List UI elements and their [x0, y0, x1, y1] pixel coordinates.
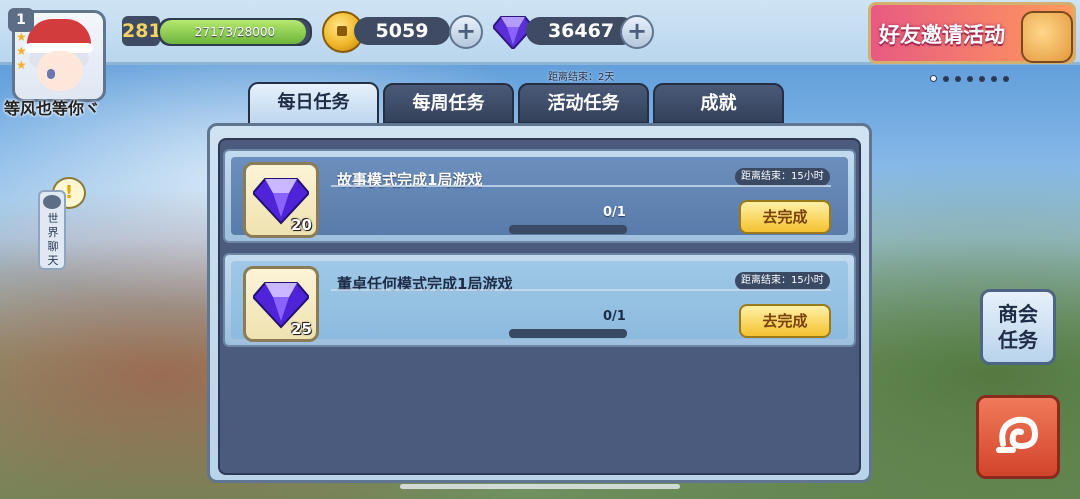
world-chat-button[interactable]: 世界聊天: [38, 190, 66, 270]
eye-graphic: [47, 69, 55, 79]
task-panel: 20 故事模式完成1局游戏 距离结束：15小时 0/1 去完成 25 董卓任何模…: [207, 123, 872, 483]
add-coins-button[interactable]: +: [449, 15, 483, 49]
coin-count: 5059: [354, 17, 450, 45]
home-indicator: [400, 484, 680, 489]
pagination-dot[interactable]: [955, 76, 961, 82]
weekly-timer: 距离结束：2天: [548, 72, 615, 83]
reward-gem: 20: [243, 162, 319, 238]
vip-level-badge: 1: [8, 8, 34, 32]
pagination-dot[interactable]: [930, 75, 937, 82]
task-item: 20 故事模式完成1局游戏 距离结束：15小时 0/1 去完成: [223, 149, 856, 243]
divider: [331, 289, 831, 291]
exp-bar: 27173/28000: [158, 18, 312, 46]
task-item: 25 董卓任何模式完成1局游戏 距离结束：15小时 0/1 去完成: [223, 253, 856, 347]
divider: [331, 185, 831, 187]
tab-achievements[interactable]: 成就: [653, 83, 784, 124]
exp-text: 27173/28000: [194, 25, 276, 39]
banner-pagination: [930, 67, 1015, 86]
add-gems-button[interactable]: +: [620, 15, 654, 49]
progress-text: 0/1: [603, 205, 626, 220]
fist-icon: [1021, 11, 1073, 63]
pagination-dot[interactable]: [943, 76, 949, 82]
pagination-dot[interactable]: [1003, 76, 1009, 82]
progress-bar: [509, 225, 627, 234]
tab-event[interactable]: 活动任务: [518, 83, 649, 124]
pagination-dot[interactable]: [967, 76, 973, 82]
guild-task-button[interactable]: 商会任务: [980, 289, 1056, 365]
reward-count: 20: [291, 216, 312, 234]
guild-task-label: 商会任务: [998, 302, 1038, 352]
friend-invite-event-banner[interactable]: 好友邀请活动: [868, 2, 1076, 64]
go-complete-button[interactable]: 去完成: [739, 200, 831, 234]
face-graphic: [37, 51, 83, 91]
world-chat-label: 世界聊天: [47, 212, 59, 267]
progress-text: 0/1: [603, 309, 626, 324]
reward-count: 25: [291, 320, 312, 338]
progress-bar: [509, 329, 627, 338]
task-list: 20 故事模式完成1局游戏 距离结束：15小时 0/1 去完成 25 董卓任何模…: [218, 138, 861, 475]
swirl-return-icon: [996, 416, 1039, 453]
invite-label: 好友邀请活动: [879, 23, 1005, 47]
tab-daily[interactable]: 每日任务: [248, 82, 379, 126]
pagination-dot[interactable]: [991, 76, 997, 82]
player-name: 等风也等你ヾ: [4, 99, 101, 118]
tab-weekly[interactable]: 每周任务: [383, 83, 514, 124]
reward-gem: 25: [243, 266, 319, 342]
task-timer: 距离结束：15小时: [735, 272, 830, 290]
task-timer: 距离结束：15小时: [735, 168, 830, 186]
go-complete-button[interactable]: 去完成: [739, 304, 831, 338]
chat-icon: [43, 195, 61, 209]
player-level: 281: [122, 16, 162, 46]
star-icons: ★ ★ ★: [16, 30, 27, 72]
pagination-dot[interactable]: [979, 76, 985, 82]
return-button[interactable]: [976, 395, 1060, 479]
